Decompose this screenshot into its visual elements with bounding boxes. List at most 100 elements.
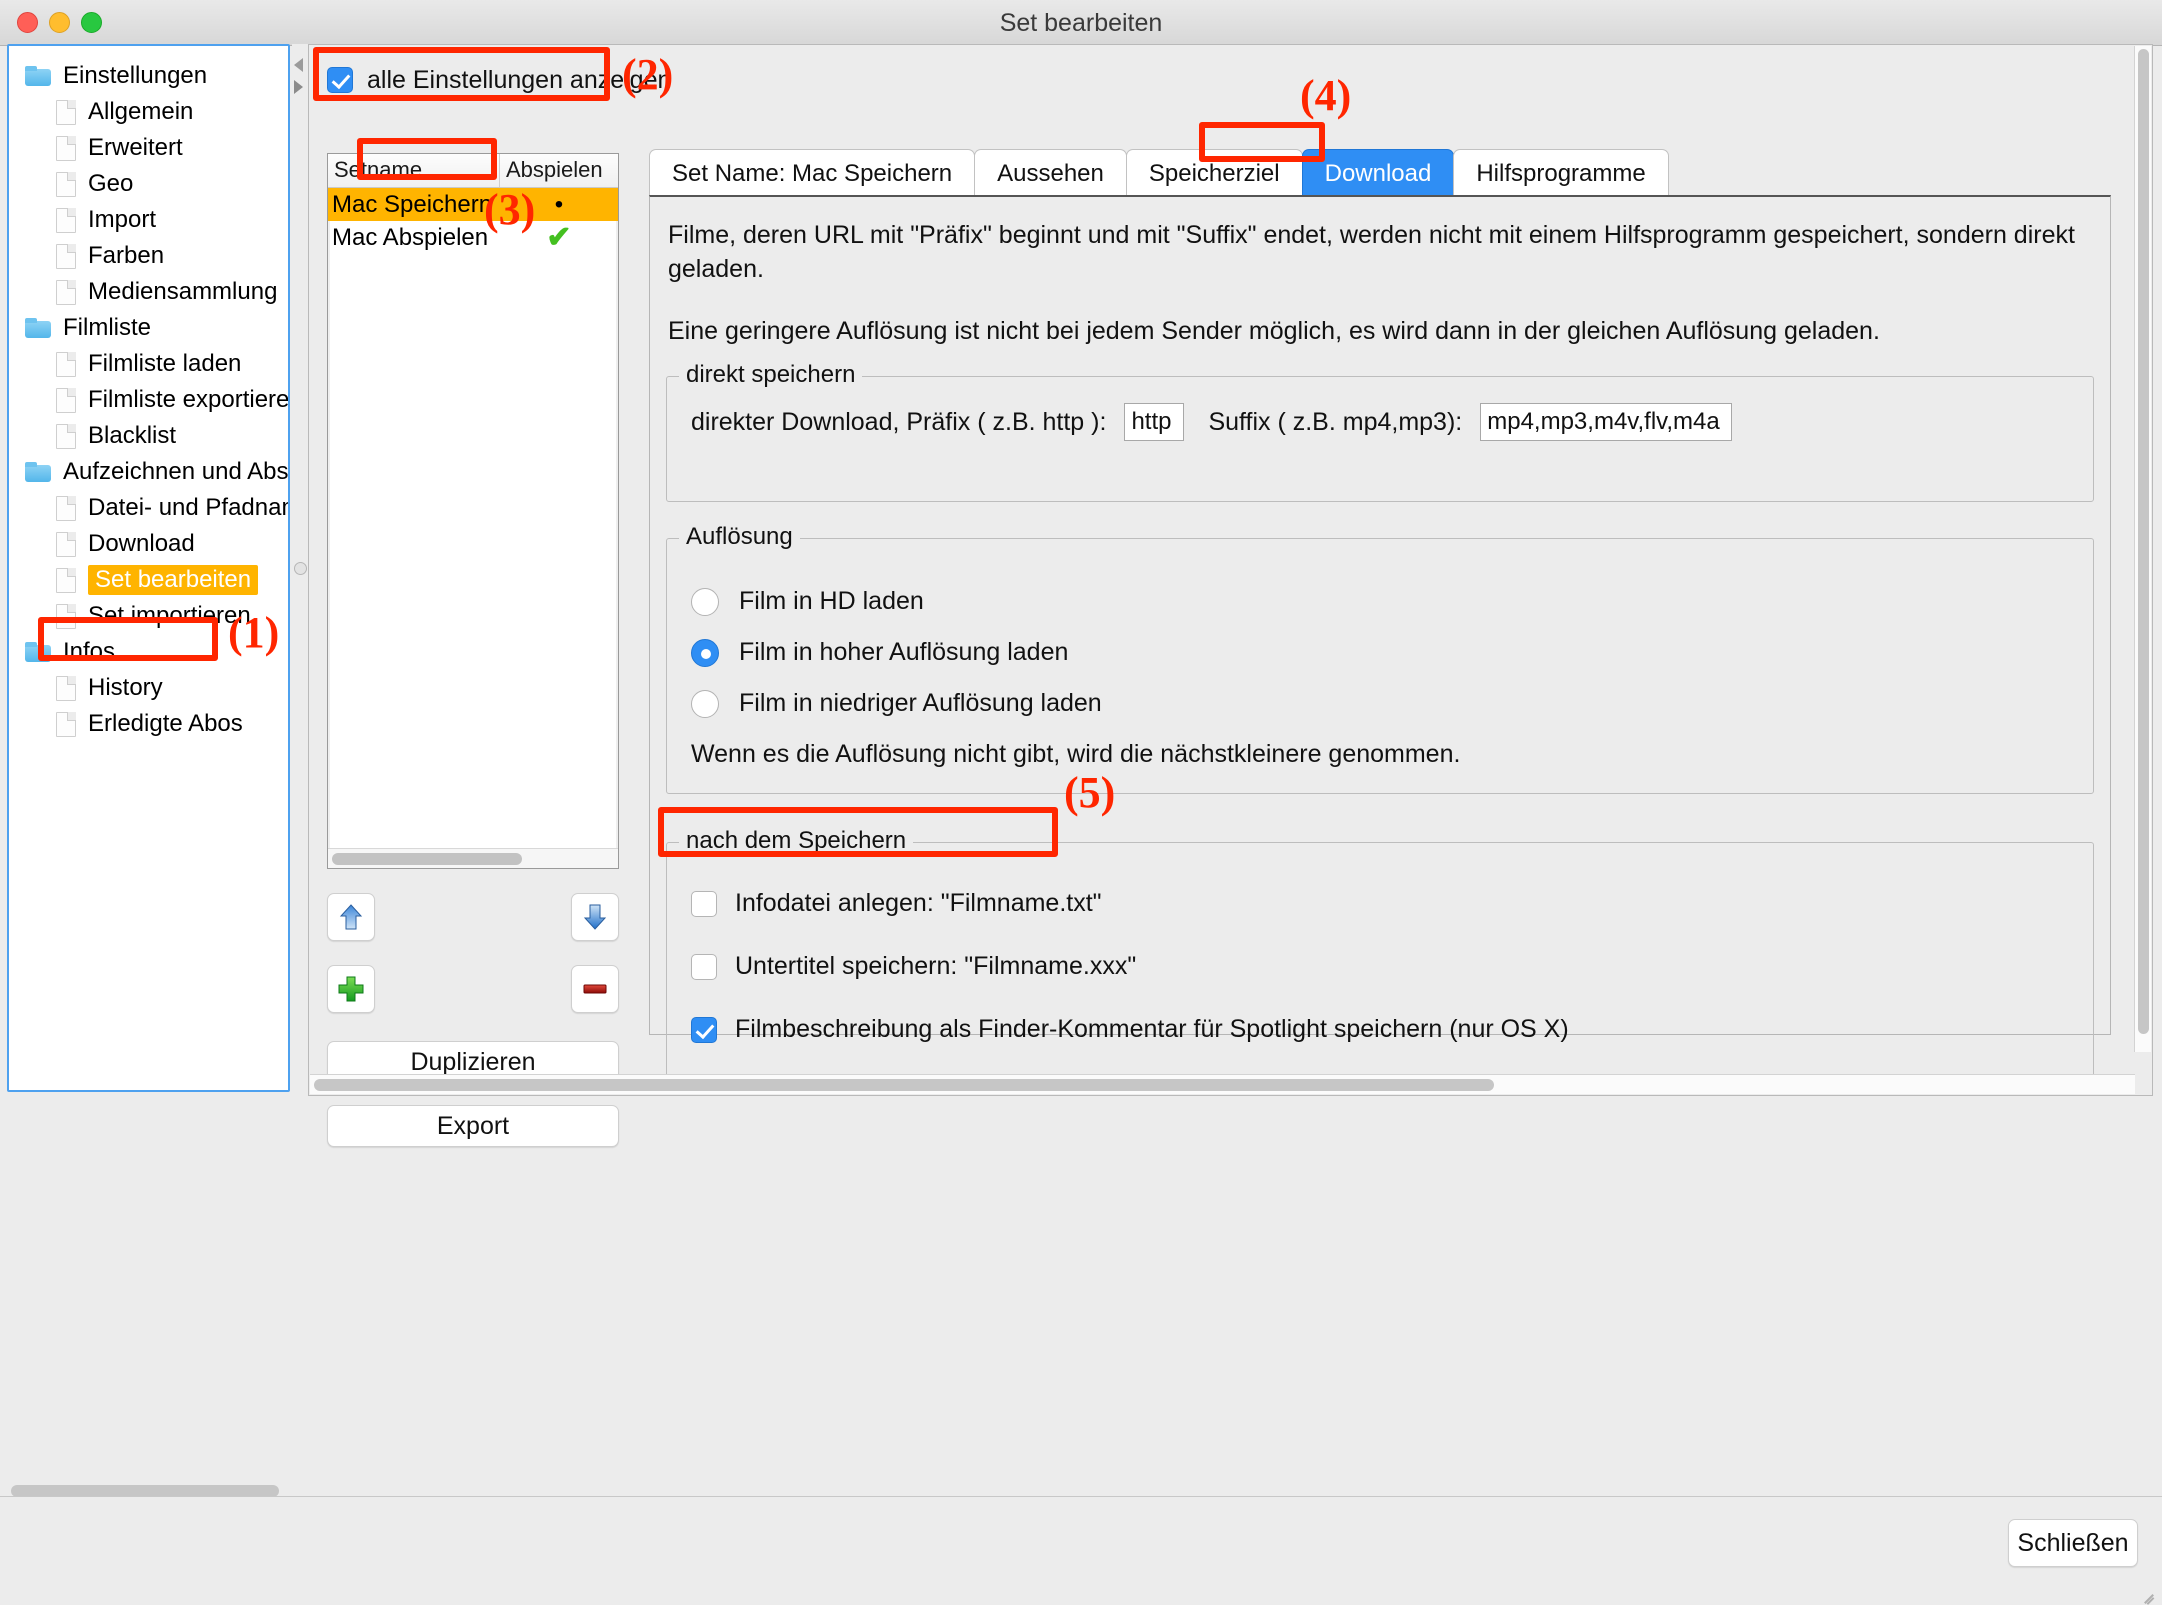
sidebar-item-datei-und-pfadnamen[interactable]: Datei- und Pfadnamen: [9, 490, 288, 526]
sidebar-item-label: Datei- und Pfadnamen: [88, 494, 288, 521]
sidebar-item-erweitert[interactable]: Erweitert: [9, 130, 288, 166]
direct-save-body: direkter Download, Präfix ( z.B. http ):…: [667, 377, 2093, 501]
sidebar-item-erledigte-abos[interactable]: Erledigte Abos: [9, 706, 288, 742]
add-set-button[interactable]: [327, 965, 375, 1013]
sidebar-item-aufzeichnen-und-abspielen[interactable]: Aufzeichnen und Abspielen: [9, 454, 288, 490]
sidebar-item-geo[interactable]: Geo: [9, 166, 288, 202]
set-table-row-mac-speichern[interactable]: Mac Speichern •: [328, 188, 618, 221]
sidebar-item-history[interactable]: History: [9, 670, 288, 706]
create-infofile-label: Infodatei anlegen: "Filmname.txt": [735, 889, 1102, 918]
radio-hd-icon[interactable]: [691, 587, 719, 616]
file-icon: [56, 567, 76, 593]
resolution-option-hd[interactable]: Film in HD laden: [691, 587, 2069, 616]
add-remove-buttons-row: [327, 965, 619, 1013]
sidebar-item-filmliste[interactable]: Filmliste: [9, 310, 288, 346]
tab-strip: Set Name: Mac Speichern Aussehen Speiche…: [649, 145, 2109, 197]
show-all-settings-row[interactable]: alle Einstellungen anzeigen: [327, 57, 671, 103]
sidebar-item-einstellungen[interactable]: Einstellungen: [9, 58, 288, 94]
annotation-label-3: (3): [484, 185, 536, 234]
move-buttons-row: [327, 893, 619, 941]
up-arrow-icon: [339, 904, 363, 930]
sidebar-item-label: Erledigte Abos: [88, 710, 243, 737]
sidebar-item-label: Farben: [88, 242, 165, 269]
down-arrow-icon: [583, 904, 607, 930]
app-window: Set bearbeiten Einstellungen Allgemein Erw…: [0, 0, 2162, 1605]
resolution-hint: Wenn es die Auflösung nicht gibt, wird d…: [691, 740, 1461, 769]
sidebar-item-label: Aufzeichnen und Abspielen: [63, 458, 289, 485]
sidebar-item-allgemein[interactable]: Allgemein: [9, 94, 288, 130]
set-table[interactable]: Setname Abspielen Mac Speichern • Mac Ab…: [327, 153, 619, 869]
sidebar-item-label: Filmliste: [63, 314, 151, 341]
right-panel-vertical-scrollbar[interactable]: [2134, 46, 2151, 1052]
sidebar-item-import[interactable]: Import: [9, 202, 288, 238]
tab-set-name[interactable]: Set Name: Mac Speichern: [649, 149, 976, 197]
annotation-label-1: (1): [228, 608, 280, 657]
annotation-label-5: (5): [1064, 768, 1116, 817]
create-infofile-row[interactable]: Infodatei anlegen: "Filmname.txt": [691, 889, 2069, 918]
spotlight-comment-row[interactable]: Filmbeschreibung als Finder-Kommentar fü…: [691, 1015, 2069, 1044]
minus-icon: [583, 984, 607, 994]
show-all-settings-checkbox[interactable]: [327, 67, 353, 93]
file-icon: [56, 495, 76, 521]
splitter-handle[interactable]: [294, 562, 307, 575]
tab-download[interactable]: Download: [1301, 149, 1455, 197]
sidebar-item-set-bearbeiten[interactable]: Set bearbeiten: [9, 562, 288, 598]
set-table-scroll-thumb[interactable]: [332, 853, 522, 865]
sidebar-item-label: Filmliste laden: [88, 350, 242, 377]
file-icon: [56, 531, 76, 557]
column-header-setname[interactable]: Setname: [328, 154, 500, 187]
resolution-option-low[interactable]: Film in niedriger Auflösung laden: [691, 689, 2069, 718]
expand-right-icon[interactable]: [294, 80, 303, 94]
sidebar-item-blacklist[interactable]: Blacklist: [9, 418, 288, 454]
file-icon: [56, 675, 76, 701]
tab-hilfsprogramme[interactable]: Hilfsprogramme: [1453, 149, 1669, 197]
right-panel-vscroll-thumb[interactable]: [2138, 49, 2149, 1034]
suffix-input[interactable]: mp4,mp3,m4v,flv,m4a: [1480, 403, 1733, 442]
right-panel-horizontal-scrollbar[interactable]: [310, 1074, 2135, 1094]
move-down-button[interactable]: [571, 893, 619, 941]
move-up-button[interactable]: [327, 893, 375, 941]
window-title: Set bearbeiten: [999, 9, 1163, 37]
tab-aussehen[interactable]: Aussehen: [974, 149, 1127, 197]
sidebar-item-label: Import: [88, 206, 157, 233]
close-button[interactable]: Schließen: [2008, 1519, 2138, 1567]
annotation-label-2: (2): [622, 50, 674, 99]
file-icon: [56, 351, 76, 377]
spotlight-comment-checkbox[interactable]: [691, 1016, 717, 1043]
suffix-label: Suffix ( z.B. mp4,mp3):: [1208, 407, 1463, 436]
radio-low-icon[interactable]: [691, 689, 719, 718]
save-subtitles-row[interactable]: Untertitel speichern: "Filmname.xxx": [691, 952, 2069, 981]
footer-bar: Schließen: [0, 1496, 2162, 1605]
file-icon: [56, 603, 76, 629]
set-table-horizontal-scrollbar[interactable]: [328, 848, 618, 868]
create-infofile-checkbox[interactable]: [691, 890, 717, 917]
resolution-option-hd-label: Film in HD laden: [739, 587, 924, 616]
set-editor-panel: alle Einstellungen anzeigen Setname Absp…: [308, 44, 2153, 1147]
after-save-fieldset: nach dem Speichern Infodatei anlegen: "F…: [666, 827, 2094, 1090]
file-icon: [56, 423, 76, 449]
tab-speicherziel[interactable]: Speicherziel: [1125, 149, 1303, 197]
collapse-left-icon[interactable]: [294, 58, 303, 72]
save-subtitles-checkbox[interactable]: [691, 953, 717, 980]
sidebar-item-filmliste-laden[interactable]: Filmliste laden: [9, 346, 288, 382]
sidebar-item-mediensammlung[interactable]: Mediensammlung: [9, 274, 288, 310]
resolution-option-high[interactable]: Film in hoher Auflösung laden: [691, 638, 2069, 667]
prefix-input[interactable]: http: [1124, 403, 1185, 442]
sidebar-item-label: Infos: [63, 638, 116, 665]
resize-grip-icon[interactable]: [2142, 1586, 2158, 1605]
sidebar-item-label: Geo: [88, 170, 134, 197]
sidebar-item-download[interactable]: Download: [9, 526, 288, 562]
right-panel-hscroll-thumb[interactable]: [314, 1079, 1494, 1091]
sidebar-item-label: Set importieren: [88, 602, 251, 629]
column-header-abspielen[interactable]: Abspielen: [500, 154, 618, 187]
export-button[interactable]: Export: [327, 1105, 619, 1147]
file-icon: [56, 279, 76, 305]
set-table-row-mac-abspielen[interactable]: Mac Abspielen ✔: [328, 221, 618, 254]
panel-splitter[interactable]: [292, 44, 308, 1096]
download-description: Filme, deren URL mit "Präfix" beginnt un…: [650, 197, 2110, 348]
file-icon: [56, 171, 76, 197]
sidebar-item-filmliste-exportieren[interactable]: Filmliste exportieren: [9, 382, 288, 418]
radio-high-icon[interactable]: [691, 638, 719, 667]
remove-set-button[interactable]: [571, 965, 619, 1013]
sidebar-item-farben[interactable]: Farben: [9, 238, 288, 274]
